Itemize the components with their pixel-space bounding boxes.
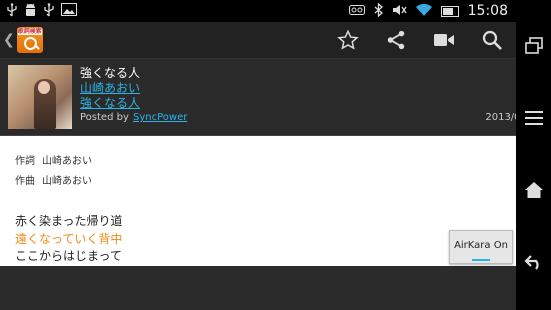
- share-icon: [387, 30, 405, 50]
- app-logo[interactable]: 歌詞検索: [16, 27, 43, 53]
- album-art: [8, 65, 72, 129]
- lyricist-label: 作詞: [15, 156, 35, 167]
- status-bar: 15:08: [0, 0, 516, 22]
- bluetooth-icon: [374, 2, 383, 20]
- video-button[interactable]: [420, 22, 468, 58]
- home-button[interactable]: [516, 170, 551, 210]
- recent-apps-icon: [524, 37, 543, 54]
- usb-icon: [43, 2, 55, 20]
- usb-icon: [6, 2, 18, 20]
- menu-icon: [524, 111, 543, 125]
- clock: 15:08: [467, 3, 508, 19]
- song-header: [0, 59, 516, 136]
- image-icon: [61, 3, 77, 19]
- video-icon: [434, 34, 454, 46]
- composer-label: 作曲: [15, 176, 35, 187]
- menu-button[interactable]: [516, 98, 551, 138]
- posted-by-label: Posted by: [80, 112, 129, 123]
- mute-icon: [392, 4, 407, 19]
- search-icon: [482, 30, 502, 50]
- album-art-face: [38, 81, 50, 94]
- lyrics-panel[interactable]: 作詞 山崎あおい 作曲 山崎あおい 赤く染まった帰り道 遠くなっていく背中 ここ…: [0, 136, 516, 266]
- voicemail-icon: [348, 4, 365, 18]
- logo-handle: [33, 44, 40, 50]
- search-button[interactable]: [468, 22, 516, 58]
- back-button[interactable]: [516, 242, 551, 282]
- airkara-label: AirKara On: [454, 240, 508, 251]
- song-link[interactable]: 強くなる人: [80, 94, 140, 111]
- lyric-line-current: 遠くなっていく背中: [15, 232, 123, 246]
- navigation-bar: [516, 0, 551, 310]
- home-icon: [524, 182, 543, 198]
- star-icon: [337, 29, 359, 50]
- lyric-line: ここからはじまって: [15, 249, 122, 263]
- share-button[interactable]: [372, 22, 420, 58]
- back-icon: [523, 255, 539, 270]
- lyric-line: 赤く染まった帰り道: [15, 214, 123, 228]
- up-chevron-icon[interactable]: ❮: [3, 32, 15, 48]
- lyricist-name: 山崎あおい: [42, 156, 92, 167]
- action-bar: ❮ 歌詞検索: [0, 22, 516, 59]
- logo-text: 歌詞検索: [17, 28, 42, 35]
- wifi-icon: [415, 3, 432, 19]
- airkara-indicator: [472, 259, 490, 261]
- favorite-button[interactable]: [324, 22, 372, 58]
- posted-by-link[interactable]: SyncPower: [133, 112, 187, 123]
- airkara-toggle-button[interactable]: AirKara On: [449, 230, 513, 264]
- bottom-panel: [0, 266, 516, 310]
- battery-icon: [440, 5, 459, 17]
- recent-apps-button[interactable]: [516, 26, 551, 66]
- composer-name: 山崎あおい: [42, 176, 92, 187]
- android-debug-icon: [24, 3, 37, 20]
